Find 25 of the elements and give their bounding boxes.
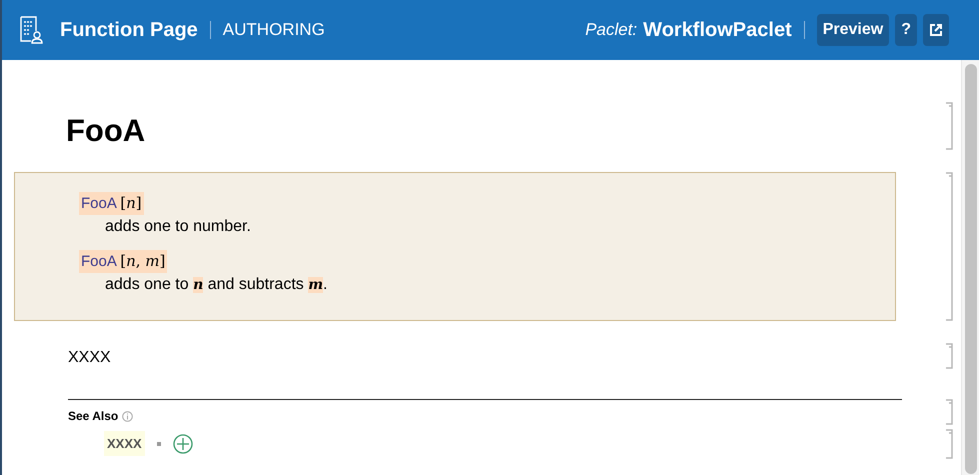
cell-bracket[interactable] — [945, 429, 953, 459]
cell-bracket[interactable] — [945, 172, 953, 321]
paclet-name: WorkflowPaclet — [643, 18, 792, 43]
preview-button[interactable]: Preview — [816, 14, 890, 46]
open-external-button[interactable] — [923, 14, 949, 46]
paclet-label: Paclet: — [585, 19, 638, 42]
usage-signature[interactable]: FooA [n] — [79, 192, 144, 215]
mode-label: AUTHORING — [222, 19, 325, 42]
usage-description: adds one to number. — [105, 217, 251, 237]
cell-bracket[interactable] — [945, 102, 953, 150]
see-also-link[interactable]: XXXX — [104, 431, 145, 456]
page-type-title: Function Page — [60, 18, 198, 43]
scrollbar[interactable] — [961, 60, 979, 475]
document-user-icon — [18, 15, 44, 45]
details-text[interactable]: XXXX — [68, 346, 111, 370]
page-title[interactable]: FooA — [66, 108, 146, 154]
usage-description: adds one to n and subtracts m. — [105, 275, 328, 295]
cell-bracket[interactable] — [945, 399, 953, 425]
help-button[interactable]: ? — [895, 14, 917, 46]
info-icon[interactable] — [122, 410, 134, 422]
add-icon[interactable] — [172, 434, 193, 454]
see-also-heading: See Also — [68, 408, 118, 425]
cell-bracket[interactable] — [945, 343, 953, 369]
usage-signature[interactable]: FooA [n, m] — [79, 250, 168, 273]
external-link-icon — [929, 23, 943, 37]
